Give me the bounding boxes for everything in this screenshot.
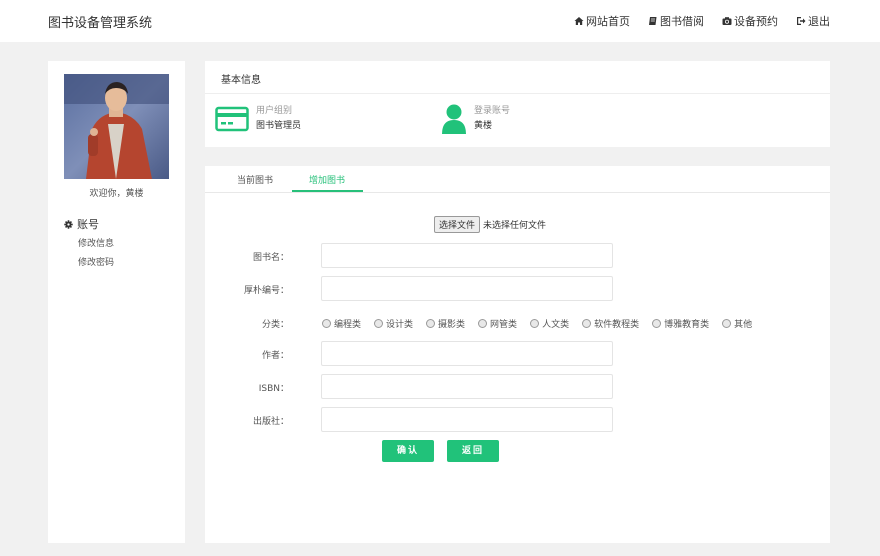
category-option-label: 摄影类 <box>438 320 466 330</box>
nav-logout-label: 退出 <box>808 15 830 28</box>
app-title: 图书设备管理系统 <box>48 16 153 31</box>
radio-icon <box>478 319 488 328</box>
basic-info-header: 基本信息 <box>205 61 830 94</box>
book-form-card: 当前图书 增加图书 选择文件 未选择任何文件 图书名： 厚朴编号： 分类： 编程… <box>205 166 830 543</box>
category-option[interactable]: 编程类 <box>322 317 361 330</box>
file-upload: 选择文件 未选择任何文件 <box>434 216 546 233</box>
category-option-label: 软件教程类 <box>594 320 640 330</box>
nav-device-label: 设备预约 <box>734 15 778 28</box>
choose-file-button[interactable]: 选择文件 <box>434 216 481 233</box>
category-option[interactable]: 网管类 <box>478 317 517 330</box>
category-option-label: 网管类 <box>490 320 518 330</box>
active-tab-indicator <box>292 190 363 192</box>
category-option[interactable]: 摄影类 <box>426 317 465 330</box>
category-option[interactable]: 人文类 <box>530 317 569 330</box>
top-nav: 网站首页 图书借阅 设备预约 退出 <box>574 13 830 29</box>
radio-icon <box>582 319 592 328</box>
nav-device[interactable]: 设备预约 <box>722 13 778 29</box>
category-option-label: 编程类 <box>334 320 362 330</box>
radio-icon <box>530 319 540 328</box>
logout-icon <box>797 17 806 25</box>
back-button[interactable]: 返回 <box>447 440 499 462</box>
camera-icon <box>722 17 732 25</box>
nav-book-label: 图书借阅 <box>660 15 704 28</box>
tab-add-book[interactable]: 增加图书 <box>309 173 345 186</box>
isbn-input[interactable] <box>321 374 613 399</box>
category-option-label: 其他 <box>734 320 753 330</box>
nav-book[interactable]: 图书借阅 <box>648 13 704 29</box>
gear-icon <box>64 219 73 229</box>
radio-icon <box>374 319 384 328</box>
user-group-value: 图书管理员 <box>256 120 302 131</box>
edit-info-link[interactable]: 修改信息 <box>78 236 114 249</box>
category-label: 分类： <box>261 320 289 330</box>
basic-info-card: 基本信息 用户组别 图书管理员 登录账号 黄楼 <box>205 61 830 147</box>
avatar-image <box>64 74 169 179</box>
file-status: 未选择任何文件 <box>483 221 547 231</box>
home-icon <box>574 17 584 25</box>
author-label: 作者： <box>261 351 289 361</box>
category-option[interactable]: 其他 <box>722 317 752 330</box>
category-option-label: 人文类 <box>542 320 570 330</box>
radio-icon <box>652 319 662 328</box>
publisher-label: 出版社： <box>252 417 289 427</box>
login-account-value: 黄楼 <box>474 120 493 131</box>
tab-bar: 当前图书 增加图书 <box>205 166 830 193</box>
category-option-label: 设计类 <box>386 320 414 330</box>
book-name-input[interactable] <box>321 243 613 268</box>
account-menu-label: 账号 <box>77 218 99 231</box>
user-icon <box>442 104 466 134</box>
avatar <box>64 74 169 179</box>
radio-icon <box>426 319 436 328</box>
category-radio-group: 编程类 设计类 摄影类 网管类 人文类 软件教程类 博雅教育类 其他 <box>322 317 765 330</box>
radio-icon <box>322 319 331 328</box>
book-icon <box>649 17 657 25</box>
publisher-input[interactable] <box>321 407 613 432</box>
nav-logout[interactable]: 退出 <box>796 13 830 29</box>
login-account-item: 登录账号 黄楼 <box>441 103 510 135</box>
user-group-label: 用户组别 <box>256 105 293 116</box>
book-code-input[interactable] <box>321 276 613 301</box>
category-option[interactable]: 设计类 <box>374 317 413 330</box>
login-account-label: 登录账号 <box>474 105 511 116</box>
user-group-item: 用户组别 图书管理员 <box>215 103 301 135</box>
change-password-link[interactable]: 修改密码 <box>78 255 114 268</box>
book-code-label: 厚朴编号： <box>243 286 289 296</box>
nav-home[interactable]: 网站首页 <box>574 13 630 29</box>
book-name-label: 图书名： <box>252 253 289 263</box>
radio-icon <box>722 319 732 328</box>
category-option[interactable]: 软件教程类 <box>582 317 639 330</box>
nav-home-label: 网站首页 <box>586 15 630 28</box>
author-input[interactable] <box>321 341 613 366</box>
welcome-text: 欢迎你，黄楼 <box>89 189 144 199</box>
account-menu-title: 账号 <box>64 216 99 232</box>
category-option-label: 博雅教育类 <box>664 320 710 330</box>
sidebar: 欢迎你，黄楼 账号 修改信息 修改密码 <box>48 61 185 543</box>
isbn-label: ISBN： <box>258 384 289 394</box>
top-bar: 图书设备管理系统 网站首页 图书借阅 设备预约 退出 <box>0 0 880 42</box>
credit-card-icon <box>215 106 249 132</box>
tab-current-books[interactable]: 当前图书 <box>237 173 273 186</box>
confirm-button[interactable]: 确认 <box>382 440 434 462</box>
category-option[interactable]: 博雅教育类 <box>652 317 709 330</box>
